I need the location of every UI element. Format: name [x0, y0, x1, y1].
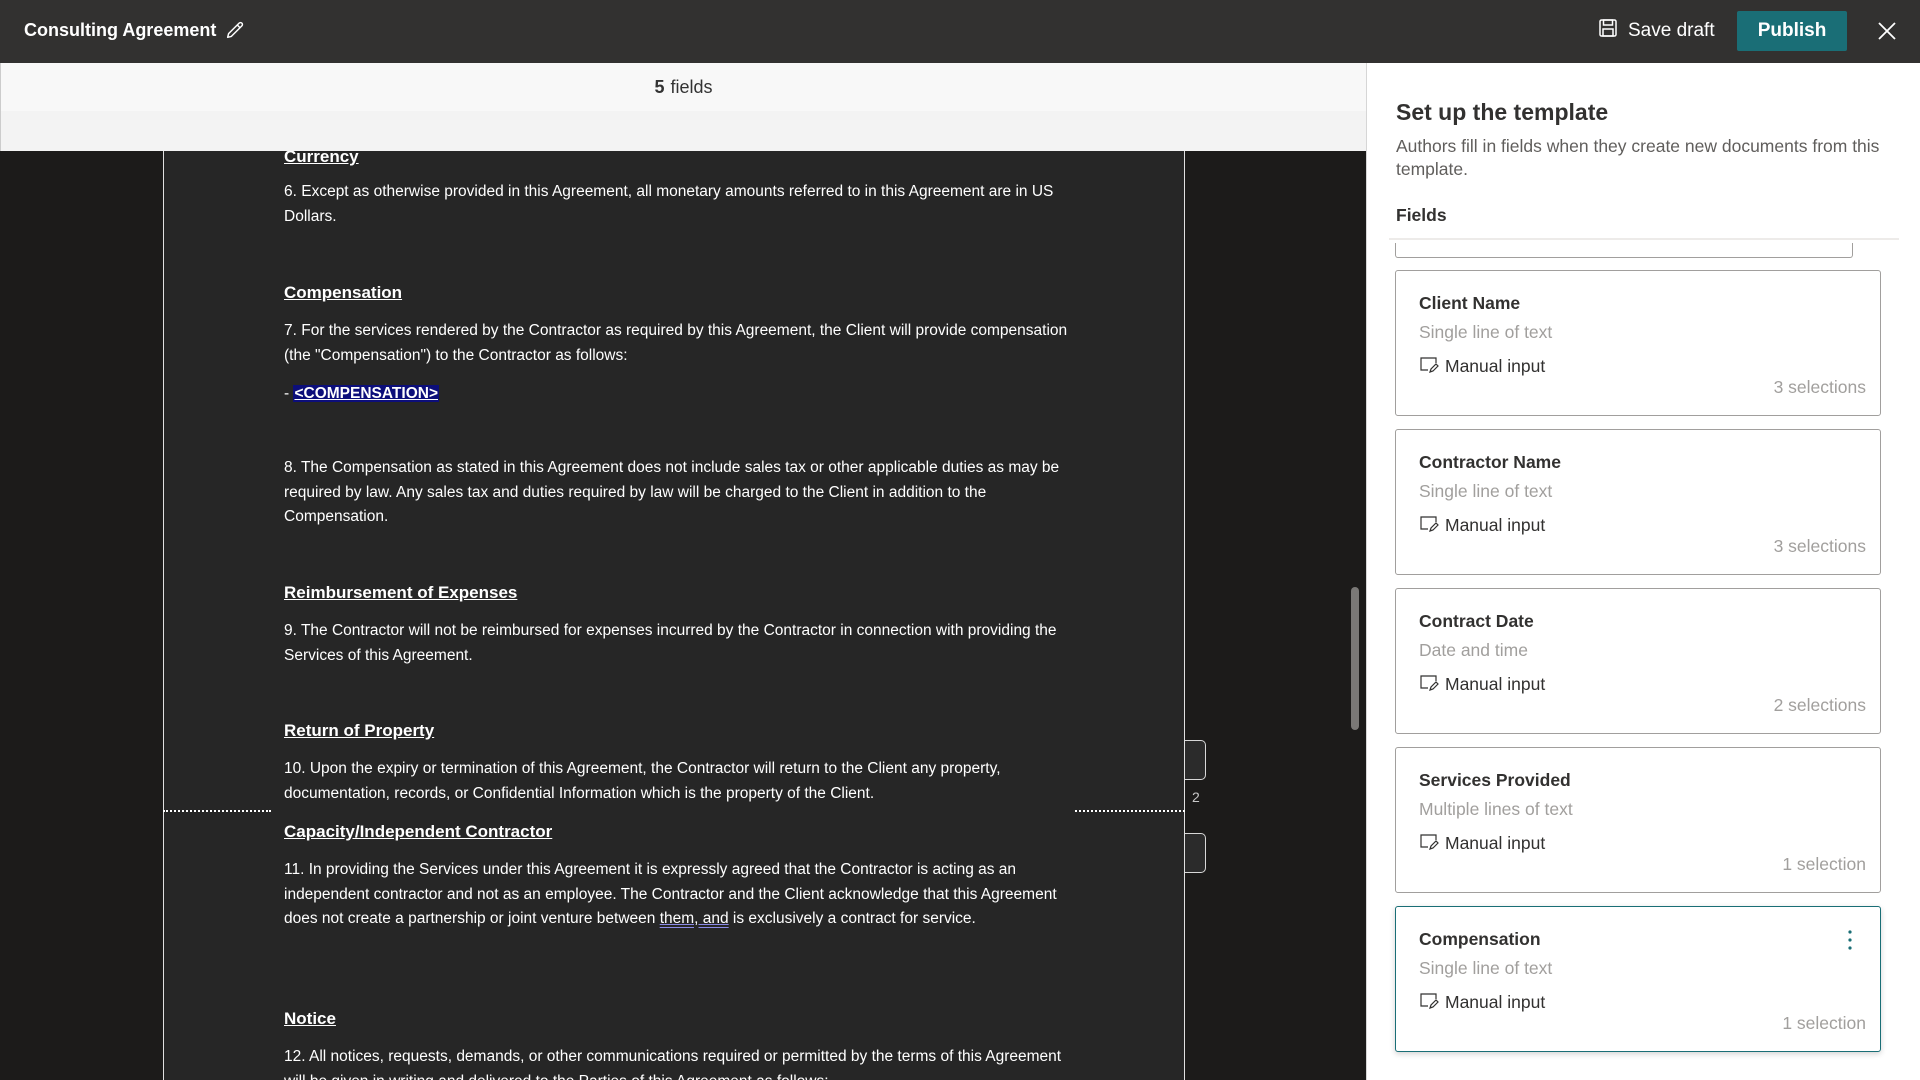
field-input-label: Manual input — [1445, 674, 1545, 695]
field-input-method: Manual input — [1419, 672, 1545, 697]
field-type: Single line of text — [1419, 481, 1552, 502]
grammar-flag[interactable]: them, and — [660, 910, 729, 927]
field-type: Single line of text — [1419, 322, 1552, 343]
paragraph: 10. Upon the expiry or termination of th… — [284, 757, 1064, 806]
template-setup-panel: Set up the template Authors fill in fiel… — [1366, 63, 1920, 1080]
fields-heading: Fields — [1396, 205, 1447, 226]
page-break-line — [163, 810, 271, 812]
paragraph: 8. The Compensation as stated in this Ag… — [284, 456, 1084, 530]
save-icon — [1598, 18, 1618, 44]
field-selection-count: 1 selection — [1782, 854, 1866, 875]
panel-title: Set up the template — [1396, 99, 1608, 126]
document-title-text: Consulting Agreement — [24, 20, 216, 41]
divider — [1389, 238, 1899, 240]
field-input-label: Manual input — [1445, 833, 1545, 854]
manual-input-icon — [1419, 672, 1439, 697]
field-name: Services Provided — [1419, 770, 1571, 791]
field-name: Contractor Name — [1419, 452, 1561, 473]
field-input-label: Manual input — [1445, 515, 1545, 536]
field-card-compensation[interactable]: Compensation Single line of text Manual … — [1395, 906, 1881, 1052]
more-options-icon[interactable] — [1844, 927, 1856, 953]
field-type: Single line of text — [1419, 958, 1552, 979]
fields-count-label: fields — [670, 77, 712, 98]
page-break-line — [1075, 810, 1185, 812]
field-input-label: Manual input — [1445, 356, 1545, 377]
document-scrollbar[interactable] — [1351, 587, 1359, 730]
paragraph: 9. The Contractor will not be reimbursed… — [284, 619, 1064, 668]
placeholder-line: - <COMPENSATION> — [284, 382, 439, 407]
save-draft-button[interactable]: Save draft — [1598, 18, 1715, 44]
section-heading: Reimbursement of Expenses — [284, 581, 517, 606]
field-selection-count: 2 selections — [1774, 695, 1866, 716]
section-heading: Currency — [284, 151, 359, 170]
field-input-method: Manual input — [1419, 831, 1545, 856]
pencil-icon[interactable] — [224, 19, 246, 41]
page-margin-tab[interactable] — [1185, 740, 1206, 780]
field-selection-count: 3 selections — [1774, 377, 1866, 398]
manual-input-icon — [1419, 354, 1439, 379]
manual-input-icon — [1419, 513, 1439, 538]
field-type: Multiple lines of text — [1419, 799, 1573, 820]
page-margin-tab[interactable] — [1185, 833, 1206, 873]
field-card-client-name[interactable]: Client Name Single line of text Manual i… — [1395, 270, 1881, 416]
document-page[interactable]: Currency 6. Except as otherwise provided… — [163, 151, 1185, 1080]
toolbar-band — [0, 111, 1366, 151]
top-bar: Consulting Agreement Save draft Publish — [0, 0, 1920, 63]
field-type: Date and time — [1419, 640, 1528, 661]
section-heading: Notice — [284, 1007, 336, 1032]
field-name: Client Name — [1419, 293, 1520, 314]
field-selection-count: 1 selection — [1782, 1013, 1866, 1034]
document-canvas[interactable]: Currency 6. Except as otherwise provided… — [0, 151, 1366, 1080]
paragraph: 11. In providing the Services under this… — [284, 858, 1084, 932]
close-icon[interactable] — [1873, 17, 1901, 45]
page-number: 2 — [1192, 789, 1200, 805]
fields-count-bar: 5 fields — [0, 63, 1366, 111]
field-name: Contract Date — [1419, 611, 1534, 632]
section-heading: Compensation — [284, 281, 402, 306]
field-name: Compensation — [1419, 929, 1541, 950]
paragraph: 12. All notices, requests, demands, or o… — [284, 1045, 1084, 1080]
panel-description: Authors fill in fields when they create … — [1396, 135, 1896, 181]
fields-count: 5 — [654, 77, 664, 98]
paragraph-text: is exclusively a contract for service. — [729, 910, 976, 927]
paragraph: 7. For the services rendered by the Cont… — [284, 319, 1084, 368]
field-card-partial[interactable] — [1395, 243, 1853, 258]
field-input-method: Manual input — [1419, 513, 1545, 538]
document-title[interactable]: Consulting Agreement — [24, 19, 246, 41]
manual-input-icon — [1419, 990, 1439, 1015]
field-card-contractor-name[interactable]: Contractor Name Single line of text Manu… — [1395, 429, 1881, 575]
publish-button[interactable]: Publish — [1737, 11, 1847, 51]
field-card-services-provided[interactable]: Services Provided Multiple lines of text… — [1395, 747, 1881, 893]
compensation-placeholder[interactable]: <COMPENSATION> — [293, 385, 439, 402]
field-input-method: Manual input — [1419, 990, 1545, 1015]
section-heading: Return of Property — [284, 719, 434, 744]
field-selection-count: 3 selections — [1774, 536, 1866, 557]
section-heading: Capacity/Independent Contractor — [284, 820, 552, 845]
paragraph: 6. Except as otherwise provided in this … — [284, 180, 1084, 229]
save-draft-label: Save draft — [1628, 20, 1715, 42]
manual-input-icon — [1419, 831, 1439, 856]
field-card-contract-date[interactable]: Contract Date Date and time Manual input… — [1395, 588, 1881, 734]
field-input-label: Manual input — [1445, 992, 1545, 1013]
field-input-method: Manual input — [1419, 354, 1545, 379]
